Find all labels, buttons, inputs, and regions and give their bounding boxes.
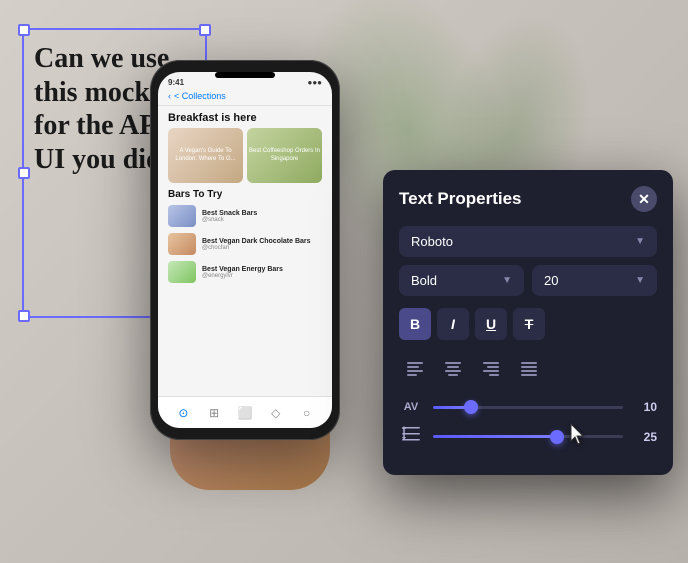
phone-item-1-name: Best Snack Bars	[202, 210, 322, 217]
phone-card-2: Best Coffeeshop Orders In Singapore	[247, 128, 322, 183]
phone-item-2-text: Best Vegan Dark Chocolate Bars @chocfan	[202, 238, 322, 251]
phone-nav-profile-icon: ○	[299, 405, 315, 421]
phone-card-2-image: Best Coffeeshop Orders In Singapore	[247, 128, 322, 183]
close-icon: ✕	[638, 191, 650, 208]
phone-bottom-nav: ⊙ ⊞ ⬜ ◇ ○	[158, 396, 332, 428]
font-style-row: Bold ▼ 20 ▼	[399, 265, 657, 296]
phone-item-3-text: Best Vegan Energy Bars @energylvr	[202, 266, 322, 279]
align-right-button[interactable]	[475, 354, 507, 386]
font-weight-dropdown[interactable]: Bold ▼	[399, 265, 524, 296]
align-center-icon	[445, 362, 461, 379]
phone-item-3-sub: @energylvr	[202, 273, 322, 279]
phone-nav-search-icon: ⬜	[237, 405, 253, 421]
italic-icon: I	[451, 316, 455, 332]
strikethrough-icon: T	[525, 316, 534, 332]
phone-item-2-name: Best Vegan Dark Chocolate Bars	[202, 238, 322, 245]
text-properties-panel: Text Properties ✕ Roboto ▼ Bold ▼ 20 ▼ B…	[383, 170, 673, 475]
handle-bottom-left[interactable]	[18, 310, 30, 322]
phone-item-1-thumb	[168, 205, 196, 227]
font-family-dropdown[interactable]: Roboto ▼	[399, 226, 657, 257]
font-weight-arrow-icon: ▼	[502, 275, 512, 286]
align-buttons-row	[399, 354, 657, 386]
phone-card-1: A Vegan's Guide To London: Where To G...	[168, 128, 243, 183]
phone-time: 9:41	[168, 78, 184, 87]
phone-notch	[215, 72, 275, 78]
bold-icon: B	[410, 316, 420, 332]
phone-nav-back: < Collections	[174, 91, 226, 101]
font-weight-value: Bold	[411, 273, 437, 288]
mouse-cursor	[568, 423, 588, 447]
phone-content-area: Breakfast is here A Vegan's Guide To Lon…	[158, 106, 332, 412]
font-family-arrow-icon: ▼	[635, 236, 645, 247]
phone-section-title: Bars To Try	[158, 185, 332, 202]
kerning-track[interactable]	[433, 406, 623, 409]
font-size-dropdown[interactable]: 20 ▼	[532, 265, 657, 296]
bold-button[interactable]: B	[399, 308, 431, 340]
align-center-button[interactable]	[437, 354, 469, 386]
phone-card-2-label: Best Coffeeshop Orders In Singapore	[249, 148, 320, 162]
line-height-label	[399, 426, 423, 447]
phone-screen: 9:41 ●●● ‹ < Collections Breakfast is he…	[158, 72, 332, 428]
kerning-label: AV	[399, 401, 423, 413]
line-height-thumb[interactable]	[550, 430, 564, 444]
kerning-thumb[interactable]	[464, 400, 478, 414]
align-left-button[interactable]	[399, 354, 431, 386]
phone-nav-home-icon: ⊙	[175, 405, 191, 421]
italic-button[interactable]: I	[437, 308, 469, 340]
font-family-value: Roboto	[411, 234, 453, 249]
phone-card-1-label: A Vegan's Guide To London: Where To G...	[170, 148, 241, 162]
phone-item-2-thumb	[168, 233, 196, 255]
align-right-icon	[483, 362, 499, 379]
phone-card-1-image: A Vegan's Guide To London: Where To G...	[168, 128, 243, 183]
phone-item-3-thumb	[168, 261, 196, 283]
panel-close-button[interactable]: ✕	[631, 186, 657, 212]
align-justify-button[interactable]	[513, 354, 545, 386]
underline-icon: U	[486, 316, 496, 332]
phone-list-item-3: Best Vegan Energy Bars @energylvr	[158, 258, 332, 286]
line-height-value: 25	[633, 430, 657, 444]
phone-status-icons: ●●●	[308, 78, 323, 87]
format-buttons-row: B I U T	[399, 304, 657, 344]
handle-top-left[interactable]	[18, 24, 30, 36]
phone-mockup: 9:41 ●●● ‹ < Collections Breakfast is he…	[150, 60, 350, 460]
kerning-value: 10	[633, 400, 657, 414]
phone-nav-bar: ‹ < Collections	[158, 89, 332, 106]
phone-list-item-2: Best Vegan Dark Chocolate Bars @chocfan	[158, 230, 332, 258]
font-family-row: Roboto ▼	[399, 226, 657, 257]
phone-list-item-1: Best Snack Bars @snack	[158, 202, 332, 230]
phone-item-1-sub: @snack	[202, 217, 322, 223]
phone-item-1-text: Best Snack Bars @snack	[202, 210, 322, 223]
line-height-track[interactable]	[433, 435, 623, 438]
align-justify-icon	[521, 362, 537, 379]
phone-image-row: A Vegan's Guide To London: Where To G...…	[158, 126, 332, 185]
line-height-slider-row: 25	[399, 426, 657, 447]
phone-item-3-name: Best Vegan Energy Bars	[202, 266, 322, 273]
handle-middle-left[interactable]	[18, 167, 30, 179]
font-size-arrow-icon: ▼	[635, 275, 645, 286]
phone-item-2-sub: @chocfan	[202, 245, 322, 251]
kerning-slider-row: AV 10	[399, 400, 657, 414]
handle-top-right[interactable]	[199, 24, 211, 36]
phone-frame: 9:41 ●●● ‹ < Collections Breakfast is he…	[150, 60, 340, 440]
font-size-value: 20	[544, 273, 558, 288]
panel-header: Text Properties ✕	[399, 186, 657, 212]
strikethrough-button[interactable]: T	[513, 308, 545, 340]
phone-nav-explore-icon: ⊞	[206, 405, 222, 421]
phone-nav-bell-icon: ◇	[268, 405, 284, 421]
underline-button[interactable]: U	[475, 308, 507, 340]
phone-hero-title: Breakfast is here	[158, 106, 332, 126]
align-left-icon	[407, 362, 423, 379]
line-height-fill	[433, 435, 557, 438]
phone-nav-chevron: ‹	[168, 91, 171, 101]
panel-title: Text Properties	[399, 189, 522, 209]
